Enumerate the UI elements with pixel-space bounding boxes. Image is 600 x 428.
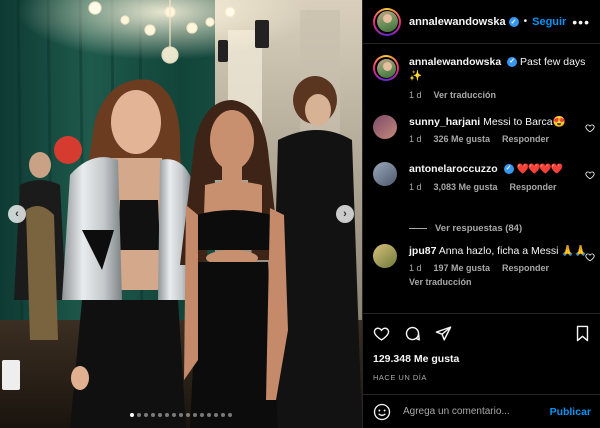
carousel-dot [130,413,134,417]
comment-input[interactable] [403,406,550,417]
heart-icon[interactable] [373,325,390,342]
post-side-panel: annalewandowska ✓ • Seguir ••• annalewan… [362,0,600,428]
like-comment-heart-icon[interactable] [585,170,595,180]
comment-text: Anna hazlo, ficha a Messi 🙏🙏 [438,245,588,257]
caption-time: 1 d [409,90,422,100]
chevron-left-icon: ‹ [15,208,19,220]
post-actions: 129.348 Me gusta HACE UN DÍA [363,313,600,382]
comment-row: sunny_harjani Messi to Barca😍 1 d 326 Me… [373,115,595,144]
carousel-dot [137,413,141,417]
chevron-right-icon: › [343,208,347,220]
carousel-next-button[interactable]: › [336,205,354,223]
commenter-avatar[interactable] [373,162,397,186]
comment-text: ❤️❤️❤️❤️ [516,164,564,175]
comment-text: Messi to Barca😍 [483,116,566,128]
comment-username[interactable]: sunny_harjani [409,116,480,128]
view-replies-label: Ver respuestas (84) [435,223,523,234]
author-avatar[interactable] [373,7,401,36]
add-comment-bar: Publicar [363,394,600,428]
emoji-icon[interactable] [373,403,391,421]
comment-row: antonelaroccuzzo ✓ ❤️❤️❤️❤️ 1 d 3,083 Me… [373,162,595,192]
carousel-dot [228,413,232,417]
caption-row: annalewandowska ✓ Past few days ✨ 1 d Ve… [373,55,595,100]
post-header: annalewandowska ✓ • Seguir ••• [363,0,600,44]
translate-button[interactable]: Ver traducción [409,277,472,287]
comments-list: annalewandowska ✓ Past few days ✨ 1 d Ve… [363,45,600,313]
comment-icon[interactable] [404,325,421,342]
comment-likes[interactable]: 326 Me gusta [434,134,491,144]
verified-badge-icon: ✓ [503,164,514,175]
commenter-avatar[interactable] [373,115,397,139]
commenter-avatar[interactable] [373,244,397,268]
view-replies-button[interactable]: Ver respuestas (84) [409,223,522,234]
follow-button[interactable]: Seguir [532,16,566,28]
carousel-dot [172,413,176,417]
comment-likes[interactable]: 3,083 Me gusta [434,182,498,192]
like-count[interactable]: 129.348 Me gusta [373,353,591,365]
translate-button[interactable]: Ver traducción [434,90,497,100]
comment-username[interactable]: antonelaroccuzzo [409,163,498,175]
comment-time: 1 d [409,263,422,273]
carousel-dot [214,413,218,417]
like-comment-heart-icon[interactable] [585,252,595,262]
comment-time: 1 d [409,182,422,192]
carousel-dot [151,413,155,417]
separator-dot: • [523,16,528,27]
carousel-dot [200,413,204,417]
caption-avatar[interactable] [373,55,399,81]
photo-image [0,0,362,428]
reply-button[interactable]: Responder [502,134,549,144]
comment-row: jpu87 Anna hazlo, ficha a Messi 🙏🙏 1 d 1… [373,244,595,287]
comment-username[interactable]: jpu87 [409,245,436,257]
caption-username[interactable]: annalewandowska [409,56,501,68]
publish-button[interactable]: Publicar [550,406,591,418]
more-options-icon[interactable]: ••• [572,15,590,29]
share-icon[interactable] [435,325,452,342]
post-timestamp: HACE UN DÍA [373,373,427,382]
carousel-dot [207,413,211,417]
carousel-dot [179,413,183,417]
reply-button[interactable]: Responder [502,263,549,273]
carousel-prev-button[interactable]: ‹ [8,205,26,223]
comment-likes[interactable]: 197 Me gusta [434,263,491,273]
carousel-dot [144,413,148,417]
carousel-indicator [0,413,362,417]
post-photo[interactable]: ‹ › [0,0,362,428]
carousel-dot [221,413,225,417]
carousel-dot [186,413,190,417]
replies-divider [409,228,427,229]
carousel-dot [158,413,162,417]
author-username[interactable]: annalewandowska [409,16,506,28]
verified-badge-icon: ✓ [508,16,519,27]
carousel-dot [193,413,197,417]
like-comment-heart-icon[interactable] [585,123,595,133]
comment-time: 1 d [409,134,422,144]
reply-button[interactable]: Responder [510,182,557,192]
verified-badge-icon: ✓ [507,57,518,68]
carousel-dot [165,413,169,417]
bookmark-icon[interactable] [574,325,591,342]
